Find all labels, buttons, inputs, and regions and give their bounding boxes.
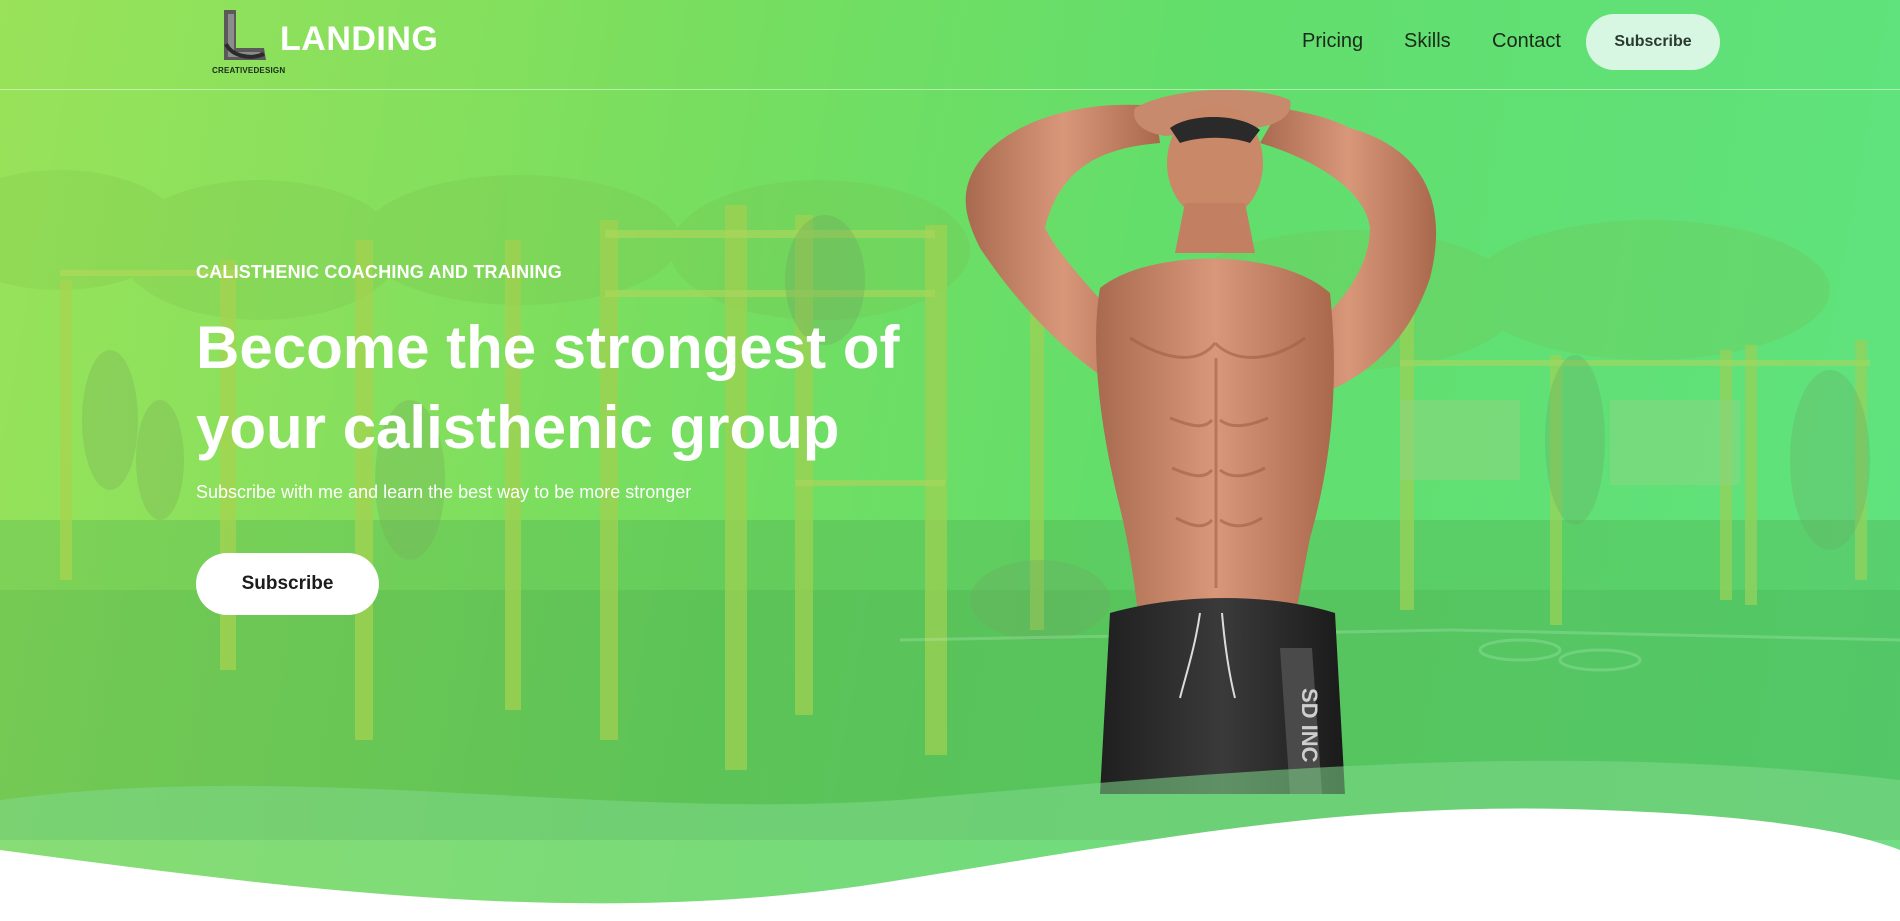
site-header: CREATIVEDESIGN LANDING Pricing Skills Co… — [0, 0, 1900, 90]
hero-subline: Subscribe with me and learn the best way… — [196, 482, 692, 502]
nav-link-contact[interactable]: Contact — [1492, 30, 1561, 53]
nav-link-skills[interactable]: Skills — [1404, 30, 1451, 53]
header-subscribe-button[interactable]: Subscribe — [1586, 14, 1720, 70]
hero-headline-line-2: your calisthenic group — [196, 394, 840, 461]
logo-caption: CREATIVEDESIGN — [212, 66, 286, 75]
hero-section: SD INC CREATIVEDESIGN LANDING Pricing Sk… — [0, 0, 1900, 921]
brand-name[interactable]: LANDING — [280, 20, 438, 59]
hero-eyebrow: CALISTHENIC COACHING AND TRAINING — [196, 262, 562, 282]
hero-headline-line-1: Become the strongest of — [196, 314, 900, 381]
hero-headline: Become the strongest of your calisthenic… — [196, 308, 916, 468]
nav-link-pricing[interactable]: Pricing — [1302, 30, 1363, 53]
athlete-photo: SD INC — [965, 89, 1437, 794]
hero-subscribe-button[interactable]: Subscribe — [196, 553, 379, 615]
bottom-wave-divider — [0, 760, 1900, 921]
